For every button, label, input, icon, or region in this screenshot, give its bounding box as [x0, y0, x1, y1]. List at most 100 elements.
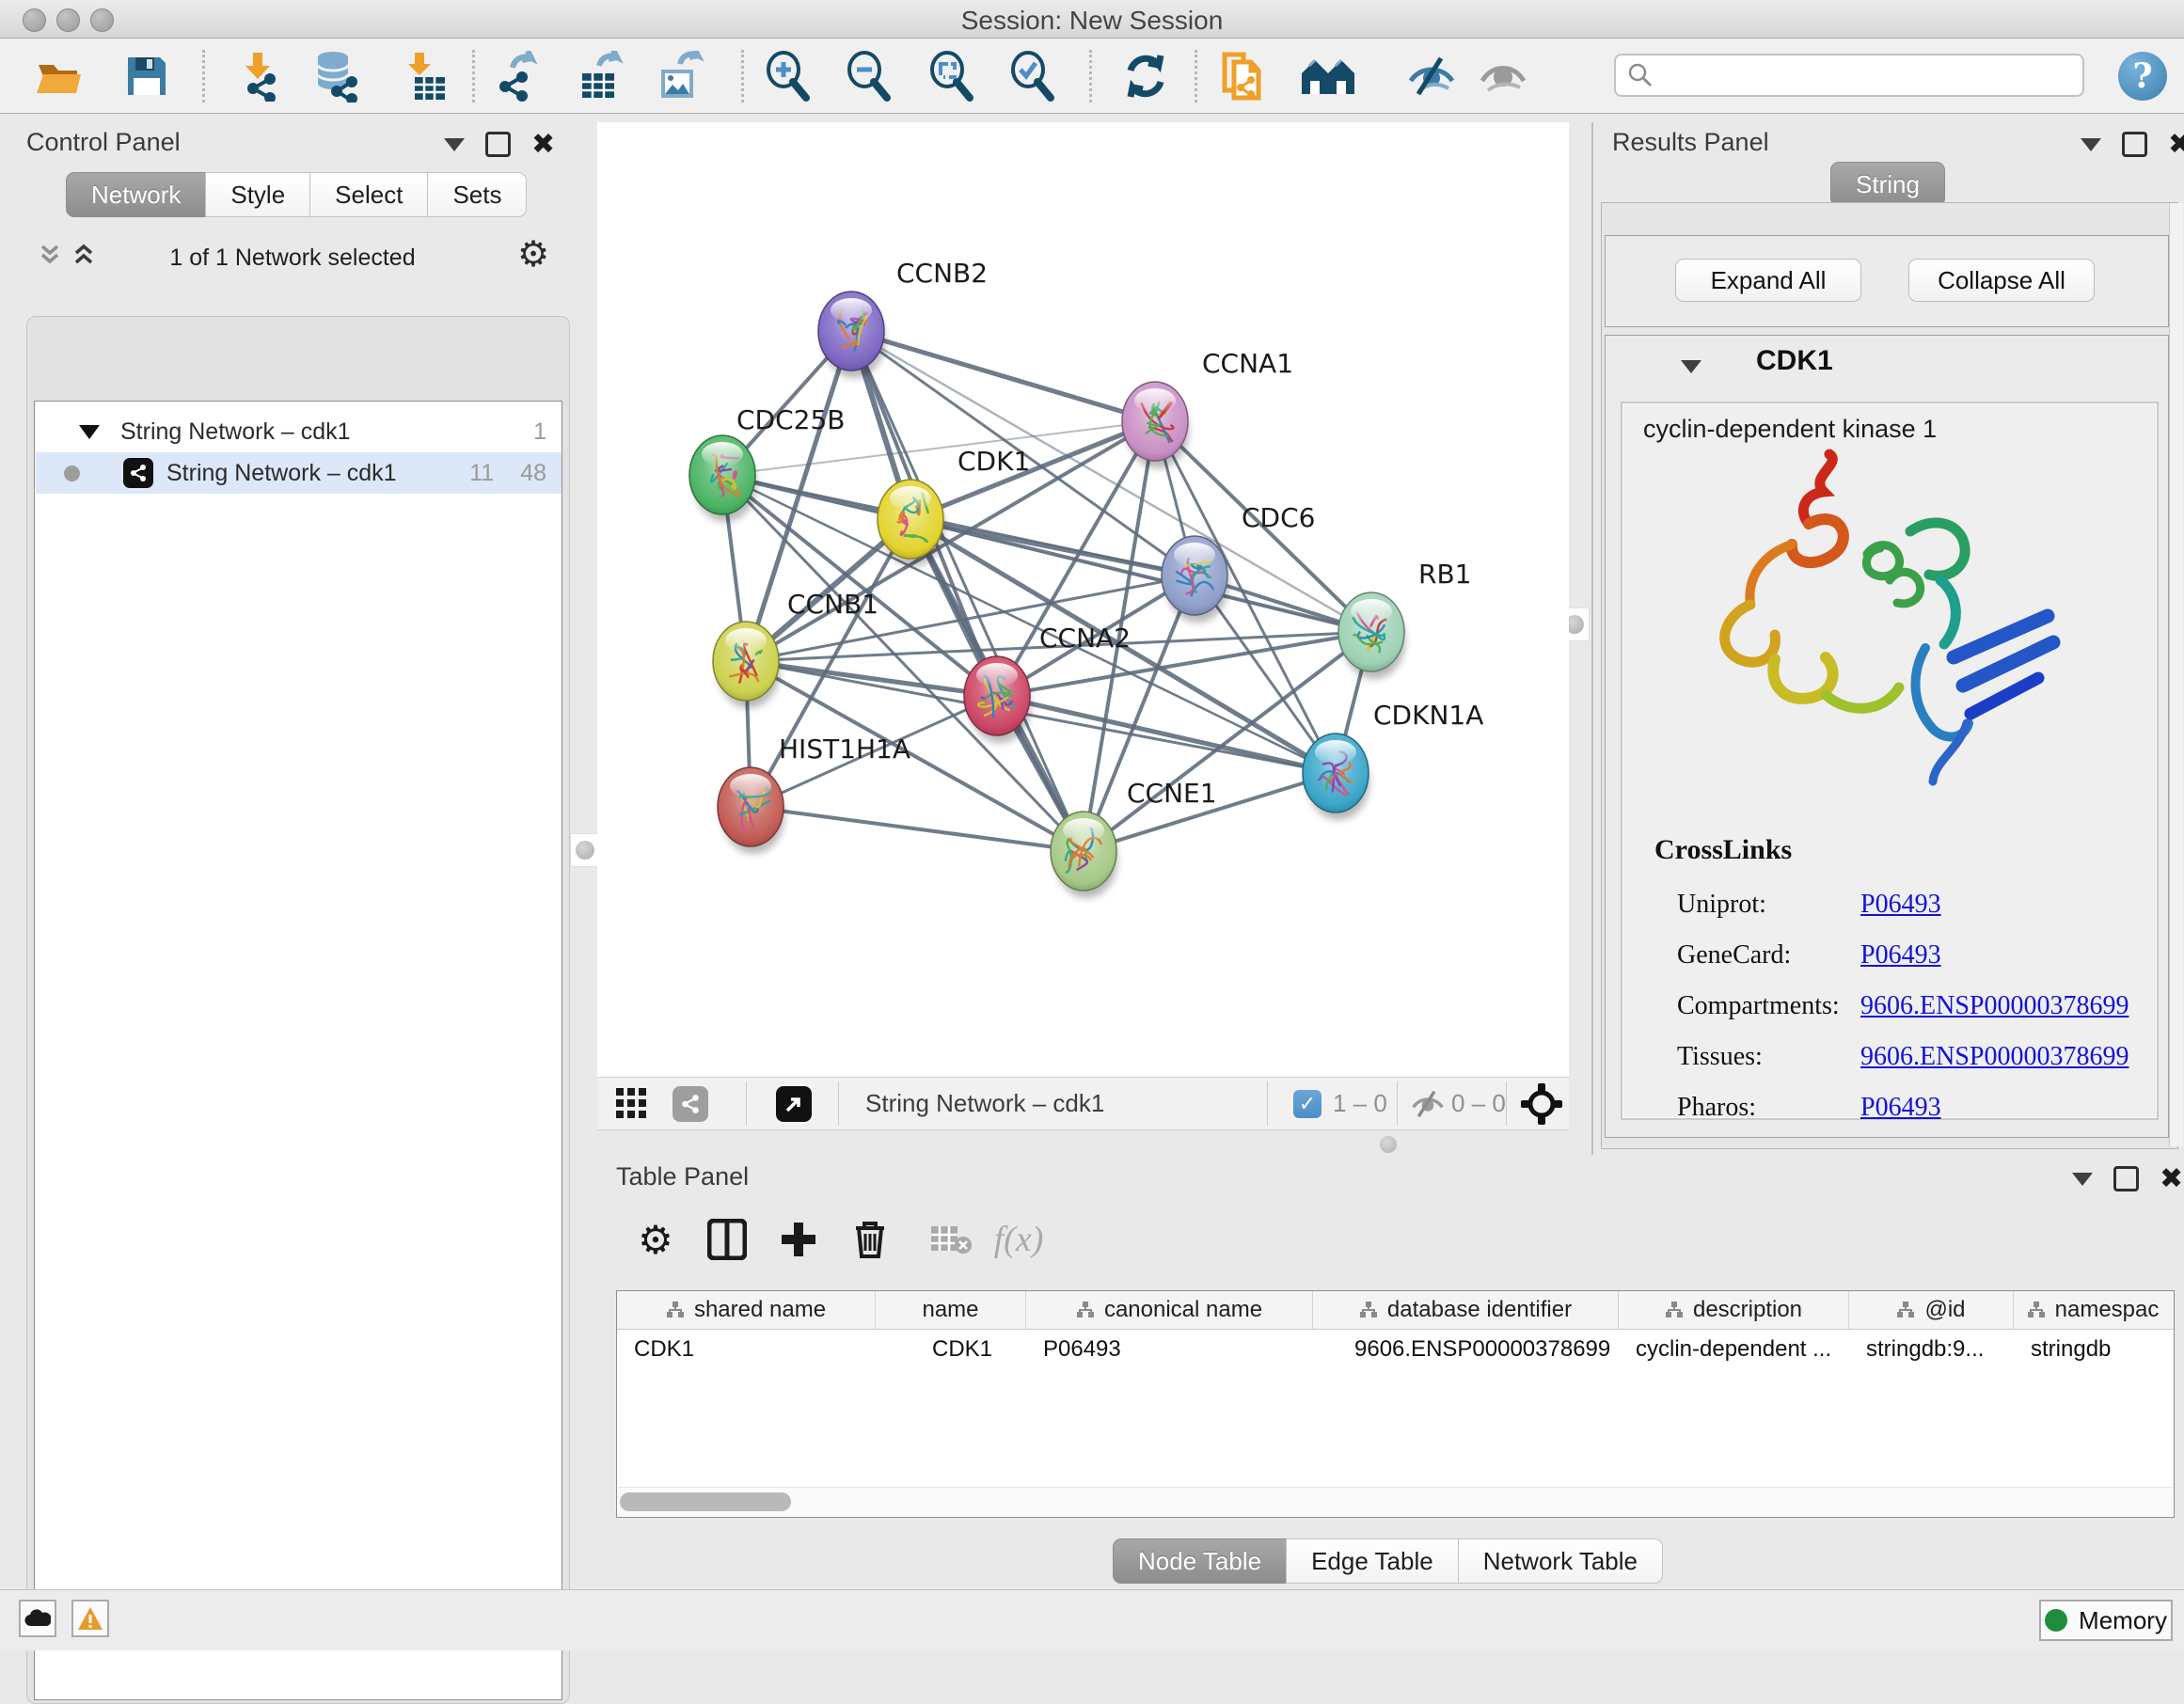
network-node-cdkn1a[interactable]: CDKN1A — [1303, 700, 1483, 820]
network-collection-row[interactable]: String Network – cdk1 1 — [36, 411, 562, 452]
network-canvas[interactable]: CCNB2CCNA1CDC25BCDK1CDC6RB1CCNB1CCNA2CDK… — [597, 122, 1569, 1077]
panel-menu-caret-icon[interactable] — [2081, 138, 2101, 151]
show-columns-button[interactable] — [701, 1213, 753, 1266]
save-floppy-icon — [124, 54, 169, 99]
table-horizontal-scrollbar[interactable] — [618, 1487, 2173, 1516]
fit-crosshair-button[interactable] — [1521, 1083, 1562, 1129]
import-network-database-button[interactable] — [309, 48, 365, 104]
column-header[interactable]: database identifier — [1313, 1291, 1619, 1329]
tree-expand-icon[interactable] — [79, 425, 100, 439]
zoom-in-button[interactable] — [760, 48, 816, 104]
delete-column-button[interactable] — [844, 1213, 896, 1266]
zoom-selected-button[interactable] — [1005, 48, 1061, 104]
export-table-button[interactable] — [572, 48, 628, 104]
open-in-window-button[interactable] — [776, 1086, 812, 1122]
node-label-ccnb2: CCNB2 — [896, 258, 988, 289]
left-divider-handle[interactable] — [570, 833, 600, 867]
network-birdseye-button[interactable] — [673, 1086, 708, 1122]
hide-selected-button[interactable] — [1403, 48, 1460, 104]
column-header[interactable]: description — [1619, 1291, 1849, 1329]
network-node-ccne1[interactable]: CCNE1 — [1051, 778, 1217, 898]
results-scrollbar[interactable] — [2169, 203, 2183, 1146]
panel-menu-caret-icon[interactable] — [444, 138, 465, 151]
memory-status-button[interactable]: Memory — [2039, 1600, 2173, 1641]
cloud-status-button[interactable] — [19, 1600, 56, 1637]
tab-node-table[interactable]: Node Table — [1113, 1538, 1287, 1584]
collection-count: 1 — [533, 418, 546, 446]
crosslink-value-link[interactable]: P06493 — [1860, 890, 1941, 919]
expand-collapse-box: Expand All Collapse All — [1605, 235, 2169, 327]
tab-sets[interactable]: Sets — [427, 172, 527, 217]
grid-view-button[interactable] — [614, 1086, 650, 1122]
protein-structure-image — [1688, 441, 2093, 817]
zoom-out-button[interactable] — [841, 48, 897, 104]
crosslink-label: Pharos: — [1677, 1082, 1854, 1133]
column-header[interactable]: @id — [1849, 1291, 2014, 1329]
tab-edge-table[interactable]: Edge Table — [1286, 1538, 1459, 1584]
control-panel-window-buttons: ✖ — [444, 132, 555, 157]
network-options-gear-icon[interactable]: ⚙ — [517, 233, 549, 276]
export-image-button[interactable] — [651, 48, 707, 104]
help-button[interactable]: ? — [2118, 52, 2167, 101]
panel-float-icon[interactable] — [2122, 132, 2147, 157]
toolbar-separator — [1089, 50, 1092, 103]
protein-detail-card: cyclin-dependent kinase 1 — [1621, 402, 2159, 1120]
scrollbar-thumb[interactable] — [620, 1492, 791, 1511]
warnings-button[interactable] — [71, 1600, 109, 1637]
crosslink-value-link[interactable]: 9606.ENSP00000378699 — [1860, 991, 2129, 1020]
tab-style[interactable]: Style — [205, 172, 310, 217]
network-node-rb1[interactable]: RB1 — [1338, 559, 1471, 679]
network-node-hist1h1a[interactable]: HIST1H1A — [718, 734, 910, 854]
create-column-button[interactable] — [772, 1213, 825, 1266]
column-header[interactable]: namespac — [2014, 1291, 2172, 1329]
apply-layout-button[interactable] — [1117, 48, 1174, 104]
column-type-icon — [666, 1301, 685, 1319]
zoom-fit-button[interactable] — [924, 48, 980, 104]
table-options-gear-icon[interactable]: ⚙ — [629, 1213, 682, 1266]
panel-close-icon[interactable]: ✖ — [531, 134, 555, 155]
tab-network-table[interactable]: Network Table — [1458, 1538, 1663, 1584]
collapse-all-button[interactable]: Collapse All — [1908, 259, 2095, 302]
duplicate-network-button[interactable] — [1215, 48, 1272, 104]
string-network-graph[interactable]: CCNB2CCNA1CDC25BCDK1CDC6RB1CCNB1CCNA2CDK… — [597, 122, 1569, 1077]
hidden-eye-icon[interactable] — [1408, 1089, 1448, 1124]
toolbar-separator — [472, 50, 475, 103]
tab-network[interactable]: Network — [66, 172, 206, 217]
network-node-cdc6[interactable]: CDC6 — [1162, 502, 1315, 623]
save-session-button[interactable] — [119, 48, 175, 104]
results-panel: Results Panel ✖ String Expand All Collap… — [1591, 122, 2184, 1155]
panel-float-icon[interactable] — [2113, 1166, 2139, 1191]
column-header[interactable]: shared name — [617, 1291, 876, 1329]
panel-close-icon[interactable]: ✖ — [2168, 134, 2184, 155]
crosslink-value-link[interactable]: P06493 — [1860, 940, 1941, 970]
tab-string[interactable]: String — [1830, 162, 1945, 207]
panel-float-icon[interactable] — [485, 132, 511, 157]
protein-collapse-caret-icon[interactable] — [1681, 360, 1701, 373]
node-table[interactable]: shared name name canonical name database… — [616, 1290, 2175, 1518]
panel-menu-caret-icon[interactable] — [2072, 1173, 2093, 1186]
toolbar-search-field[interactable] — [1614, 54, 2084, 97]
show-all-button[interactable] — [1475, 48, 1531, 104]
column-header[interactable]: name — [876, 1291, 1026, 1329]
crosslink-value-link[interactable]: 9606.ENSP00000378699 — [1860, 1042, 2129, 1071]
import-table-file-button[interactable] — [397, 48, 453, 104]
import-network-file-button[interactable] — [229, 48, 286, 104]
table-row[interactable]: CDK1 CDK1 P06493 9606.ENSP00000378699 cy… — [617, 1330, 2174, 1369]
column-header[interactable]: canonical name — [1026, 1291, 1313, 1329]
column-type-icon — [1896, 1301, 1915, 1319]
first-neighbors-button[interactable] — [1300, 48, 1356, 104]
export-network-button[interactable] — [487, 48, 544, 104]
open-session-button[interactable] — [30, 48, 87, 104]
memory-ok-dot — [2045, 1609, 2067, 1632]
search-input[interactable] — [1654, 61, 2082, 89]
export-table-icon — [575, 51, 625, 102]
network-node-ccna1[interactable]: CCNA1 — [1122, 348, 1293, 468]
bottom-divider-handle[interactable] — [1380, 1136, 1397, 1153]
panel-close-icon[interactable]: ✖ — [2160, 1169, 2183, 1190]
expand-all-button[interactable]: Expand All — [1675, 259, 1861, 302]
selected-nodes-checkbox[interactable]: ✓ — [1293, 1090, 1321, 1118]
zoom-selected-icon — [1007, 51, 1058, 102]
tab-select[interactable]: Select — [309, 172, 428, 217]
network-row-selected[interactable]: String Network – cdk1 11 48 — [36, 452, 562, 494]
crosslink-value-link[interactable]: P06493 — [1860, 1093, 1941, 1122]
